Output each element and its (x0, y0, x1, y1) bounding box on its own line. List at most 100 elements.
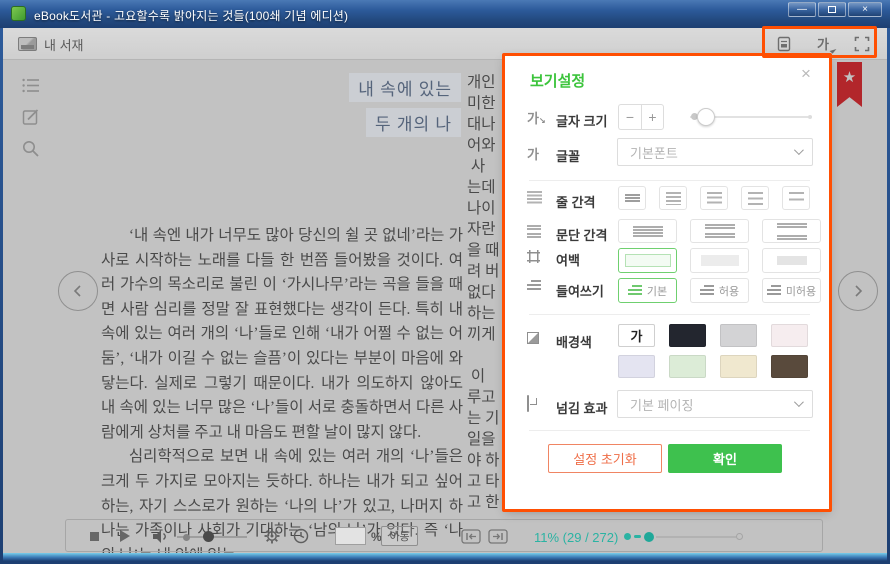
volume-icon[interactable] (152, 529, 169, 549)
right-column-fragment: 루고 (467, 387, 507, 408)
bg-swatch-cream[interactable] (720, 355, 757, 378)
indent-options: 기본 허용 미허용 (618, 278, 821, 303)
panel-divider (529, 314, 810, 315)
reading-time-button[interactable] (293, 528, 309, 549)
page-flip-icon (527, 395, 529, 412)
bookmark-ribbon[interactable]: ★ (837, 62, 862, 107)
window-bottom-frame (3, 553, 887, 561)
right-column-fragment: 없다 (467, 282, 507, 303)
app-logo-icon (11, 6, 26, 21)
tts-play-button[interactable] (120, 530, 130, 542)
bookmark-star-icon: ★ (843, 70, 856, 107)
titlebar: eBook도서관 - 고요할수록 밝아지는 것들(100쇄 기념 에디션) — … (0, 0, 890, 28)
jump-to-start-button[interactable] (461, 529, 481, 549)
indent-option-allow[interactable]: 허용 (690, 278, 749, 303)
maximize-icon (828, 6, 836, 13)
margin-option-1-selected[interactable] (618, 248, 677, 273)
minimize-button[interactable]: — (788, 2, 816, 17)
confirm-button[interactable]: 확인 (668, 444, 782, 473)
indent-label: 들여쓰기 (556, 281, 604, 300)
paragraph-spacing-option-2[interactable] (690, 219, 749, 243)
volume-slider-dot (183, 534, 190, 541)
right-column-fragment: 야 하 (467, 450, 507, 471)
line-spacing-option-1[interactable] (618, 186, 646, 210)
book-page-text: ‘내 속엔 내가 너무도 많아 당신의 쉴 곳 없네’라는 가사로 시작하는 노… (101, 224, 463, 553)
right-column-fragment: 고 한 (467, 492, 507, 513)
volume-slider-handle[interactable] (203, 531, 214, 542)
font-size-slider-handle[interactable] (697, 108, 715, 126)
background-color-label: 배경색 (556, 332, 592, 351)
indent-option-default-selected[interactable]: 기본 (618, 278, 677, 303)
background-color-icon (527, 332, 539, 344)
chevron-down-icon (794, 397, 804, 407)
sidebar-search-button[interactable] (22, 140, 40, 158)
line-spacing-option-2[interactable] (659, 186, 687, 210)
right-column-fragment: 는 기 (467, 408, 507, 429)
my-library-button[interactable]: 내 서재 (18, 35, 84, 53)
jump-to-end-button[interactable] (488, 529, 508, 549)
right-column-fragment: 을 때 (467, 240, 507, 261)
progress-end-marker (736, 533, 743, 540)
font-label: 글꼴 (556, 146, 580, 165)
bg-swatch-dark[interactable] (669, 324, 706, 347)
flip-effect-label: 넘김 효과 (556, 398, 607, 417)
view-settings-button[interactable]: 가 (814, 35, 832, 53)
window-title: eBook도서관 - 고요할수록 밝아지는 것들(100쇄 기념 에디션) (34, 7, 348, 24)
chevron-left-icon (71, 284, 85, 298)
app-window: eBook도서관 - 고요할수록 밝아지는 것들(100쇄 기념 에디션) — … (0, 0, 890, 564)
line-spacing-option-5[interactable] (782, 186, 810, 210)
close-button[interactable]: × (848, 2, 882, 17)
panel-divider (529, 180, 810, 181)
bg-swatch-brown[interactable] (771, 355, 808, 378)
margin-option-3[interactable] (762, 248, 821, 273)
line-spacing-option-4[interactable] (741, 186, 769, 210)
view-settings-panel: 보기설정 × 가↘ 글자 크기 − + 가 글꼴 기본폰트 줄 간격 (505, 56, 829, 509)
paragraph-spacing-option-3[interactable] (762, 219, 821, 243)
margin-label: 여백 (556, 250, 580, 269)
maximize-button[interactable] (818, 2, 846, 17)
sidebar-note-button[interactable] (22, 108, 40, 126)
tts-settings-button[interactable] (264, 528, 280, 549)
right-column-fragment (467, 345, 507, 366)
margin-option-2[interactable] (690, 248, 749, 273)
progress-slider-handle[interactable] (644, 532, 654, 542)
toc-list-icon (22, 78, 40, 93)
sidebar-toc-button[interactable] (22, 78, 40, 96)
paragraph-spacing-icon (527, 225, 541, 238)
bg-swatch-lavender[interactable] (618, 355, 655, 378)
font-size-icon: 가↘ (527, 108, 546, 127)
font-size-minus-button[interactable]: − (618, 104, 641, 130)
fullscreen-icon (854, 36, 870, 52)
contents-button[interactable] (775, 35, 793, 53)
fullscreen-button[interactable] (853, 35, 871, 53)
next-page-button[interactable] (838, 271, 878, 311)
page-percent-input[interactable] (335, 527, 366, 545)
jump-end-icon (488, 529, 508, 544)
right-column-fragment: 는데 (467, 177, 507, 198)
right-column-fragment: 개인 (467, 72, 507, 93)
document-icon (776, 36, 792, 52)
font-size-label: 글자 크기 (556, 111, 607, 130)
tts-stop-button[interactable] (90, 532, 99, 541)
right-column-fragment: 일을 (467, 429, 507, 450)
panel-close-button[interactable]: × (801, 64, 811, 84)
bg-swatch-gray[interactable] (720, 324, 757, 347)
paragraph-spacing-options (618, 219, 821, 243)
indent-option-disallow[interactable]: 미허용 (762, 278, 821, 303)
font-size-slider-end (808, 115, 812, 119)
chapter-title-line-2: 두 개의 나 (366, 108, 461, 137)
bg-swatch-green[interactable] (669, 355, 706, 378)
goto-button[interactable]: 이동 (381, 526, 418, 546)
progress-slider-track[interactable] (656, 536, 736, 538)
font-size-plus-button[interactable]: + (641, 104, 664, 130)
flip-effect-select[interactable]: 기본 페이징 (617, 390, 813, 418)
bg-color-swatch-row-2 (618, 355, 808, 378)
font-select[interactable]: 기본폰트 (617, 138, 813, 166)
jump-start-icon (461, 529, 481, 544)
bg-swatch-white[interactable]: 가 (618, 324, 655, 347)
reset-settings-button[interactable]: 설정 초기화 (548, 444, 662, 473)
bg-swatch-pink[interactable] (771, 324, 808, 347)
prev-page-button[interactable] (58, 271, 98, 311)
line-spacing-option-3[interactable] (700, 186, 728, 210)
paragraph-spacing-option-1[interactable] (618, 219, 677, 243)
